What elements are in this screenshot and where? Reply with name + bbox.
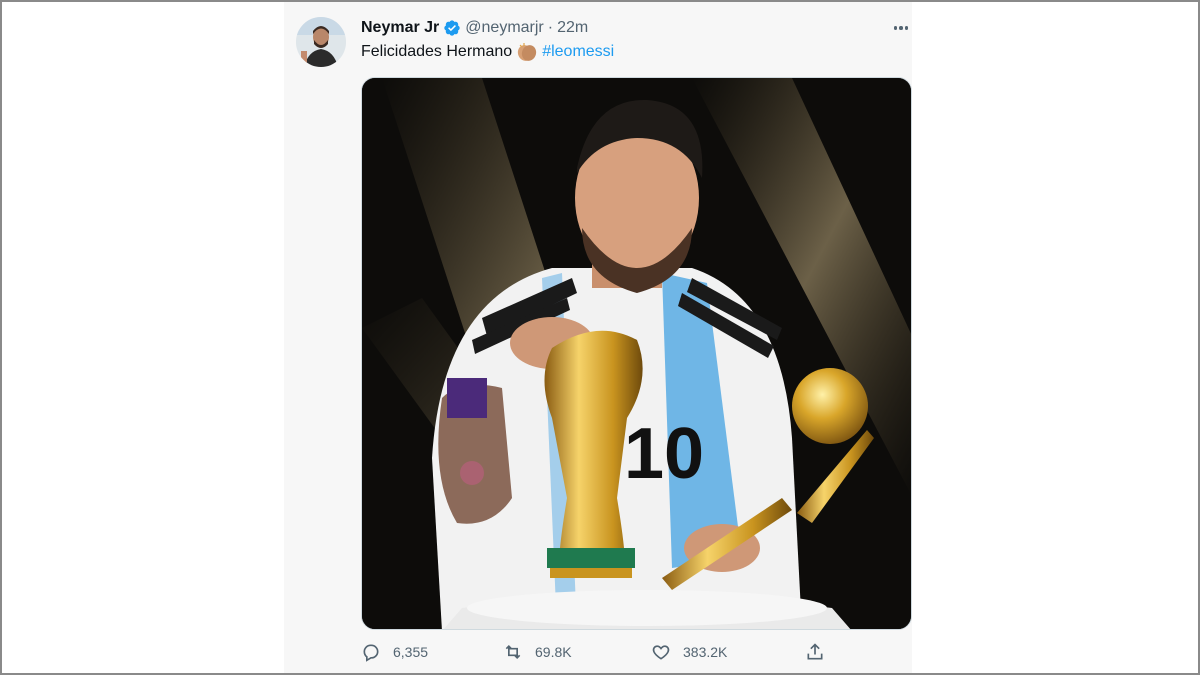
tweet-actions: 6,355 69.8K 383.2K xyxy=(361,642,831,668)
retweet-icon xyxy=(503,642,523,662)
share-icon xyxy=(805,642,825,662)
tweet-header: Neymar Jr @neymarjr · 22m xyxy=(361,17,588,39)
tweet-timestamp[interactable]: 22m xyxy=(557,19,588,37)
retweet-count: 69.8K xyxy=(535,644,572,660)
tweet[interactable]: Neymar Jr @neymarjr · 22m Felicidades He… xyxy=(284,2,912,673)
clapping-hands-emoji xyxy=(516,42,538,62)
retweet-button[interactable]: 69.8K xyxy=(503,642,572,662)
like-button[interactable]: 383.2K xyxy=(651,642,727,662)
photo-illustration: 10 xyxy=(362,78,911,629)
tweet-text: Felicidades Hermano #leomessi xyxy=(361,42,614,62)
screenshot-frame: Neymar Jr @neymarjr · 22m Felicidades He… xyxy=(0,0,1200,675)
author-handle[interactable]: @neymarjr xyxy=(465,19,543,37)
separator-dot: · xyxy=(547,19,554,36)
left-column xyxy=(2,2,284,673)
more-options-icon[interactable] xyxy=(890,18,912,38)
tweet-media-photo[interactable]: 10 xyxy=(361,77,912,630)
hashtag-link[interactable]: #leomessi xyxy=(542,43,614,61)
avatar-image xyxy=(296,17,346,67)
tweet-body-text: Felicidades Hermano xyxy=(361,43,513,60)
verified-badge-icon xyxy=(443,19,461,37)
author-name[interactable]: Neymar Jr xyxy=(361,19,439,37)
reply-button[interactable]: 6,355 xyxy=(361,642,428,662)
share-button[interactable] xyxy=(805,642,825,662)
reply-icon xyxy=(361,642,381,662)
avatar[interactable] xyxy=(296,17,346,67)
reply-count: 6,355 xyxy=(393,644,429,660)
like-count: 383.2K xyxy=(683,644,728,660)
like-icon xyxy=(651,642,671,662)
svg-text:10: 10 xyxy=(624,414,704,494)
